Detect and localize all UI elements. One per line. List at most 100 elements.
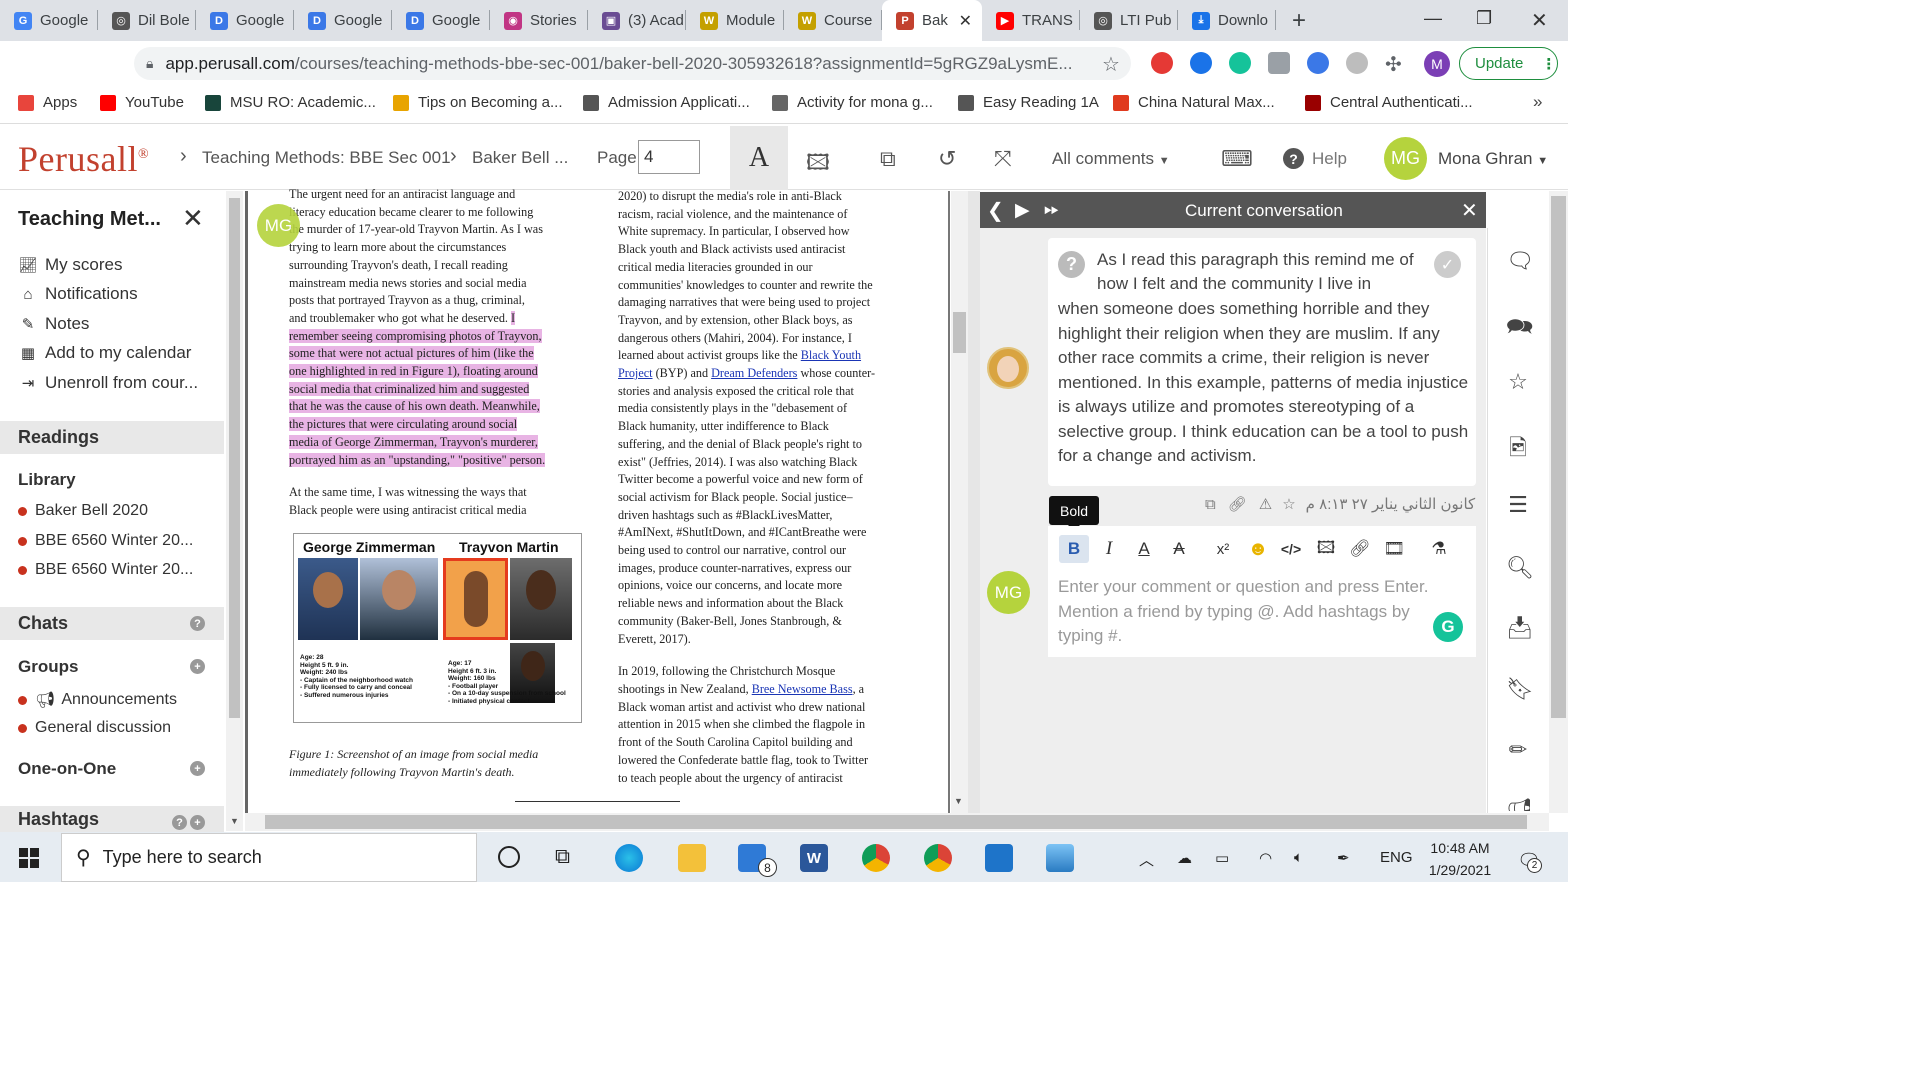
doc-highlight[interactable]: media of George Zimmerman, Trayvon's mur… [289,434,538,449]
doc-highlight[interactable]: some that were not actual pictures of hi… [289,346,534,361]
volume-icon[interactable]: 🔈︎ [1294,849,1303,866]
comment-icon[interactable]: 🗨︎ [1506,248,1534,274]
sidebar-link-notes[interactable]: ✎ Notes [18,314,90,334]
document-column-left[interactable]: The urgent need for an antiracist langua… [289,186,589,520]
add-hashtag-icon[interactable]: + [190,815,205,830]
search-icon[interactable]: 🔍︎ [1506,555,1534,581]
file-explorer-icon[interactable] [678,844,706,872]
adblock-extension-icon[interactable] [1151,52,1173,74]
emoji-icon[interactable]: ☻ [1243,535,1273,563]
media-player-icon[interactable] [985,844,1013,872]
grammarly-icon[interactable]: G [1433,612,1463,642]
update-button[interactable]: Update ⋮ [1459,47,1558,80]
photos-icon[interactable] [1046,844,1074,872]
sidebar-scroll-thumb[interactable] [229,198,240,718]
doc-link-byp[interactable]: Black Youth [801,348,861,362]
sidebar-section-readings[interactable]: Readings [0,421,224,454]
link-icon[interactable]: 🔗︎ [1228,495,1247,513]
group-item-general[interactable]: General discussion [18,719,171,737]
conversations-icon[interactable]: 🗪︎ [1506,310,1533,348]
onedrive-icon[interactable]: ☁ [1177,849,1192,867]
doc-highlight[interactable]: that he was the cause of his own death. … [289,399,540,414]
play-icon[interactable]: ▶ [1015,199,1030,222]
image-icon[interactable]: 🖾︎ [1311,535,1341,563]
sidebar-course-title[interactable]: Teaching Met... [18,208,161,231]
page-number-input[interactable]: 4 [638,140,700,174]
pen-icon[interactable]: ✒ [1337,849,1350,867]
add-chat-icon[interactable]: + [190,761,205,776]
extension-at-icon[interactable] [1307,52,1329,74]
help-icon[interactable]: ? [190,616,205,631]
equation-icon[interactable]: ⚗ [1424,535,1454,563]
sidebar-link-unenroll[interactable]: ⇥ Unenroll from cour... [18,373,198,393]
document-scroll-thumb[interactable] [953,312,966,353]
bookmark-item[interactable]: Easy Reading 1A [958,94,1099,111]
sidebar-link-notifications[interactable]: ⌂ Notifications [18,284,137,304]
question-icon[interactable]: ? [1058,251,1085,278]
link-insert-icon[interactable]: 🔗︎ [1345,535,1375,563]
image-doc-icon[interactable]: 🖻︎ [1506,431,1530,469]
browser-tab[interactable]: G Google [0,0,98,41]
battery-icon[interactable]: ▭ [1215,849,1229,867]
close-conversation-icon[interactable]: ✕ [1461,198,1478,223]
browser-tab[interactable]: ◎ Dil Bole [98,0,196,41]
tray-chevron-icon[interactable]: ︿ [1139,849,1154,870]
document-column-right[interactable]: 2020) to disrupt the media's role in ant… [618,188,918,787]
doc-link-dream-defenders[interactable]: Dream Defenders [711,366,797,380]
doc-highlight[interactable]: portrayed him as an "upstanding," "posit… [289,452,546,467]
word-icon[interactable]: W [800,844,828,872]
prev-comment-icon[interactable]: ❮ [987,198,1004,223]
check-icon[interactable]: ✓ [1434,251,1461,278]
user-menu[interactable]: Mona Ghran ▼ [1438,149,1548,169]
extension-gray-icon[interactable] [1268,52,1290,74]
wifi-icon[interactable]: ◠ [1259,849,1272,867]
taskbar-clock[interactable]: 10:48 AM 1/29/2021 [1420,837,1500,881]
superscript-icon[interactable]: x² [1208,535,1238,563]
browser-tab[interactable]: ◎ LTI Pub [1080,0,1178,41]
profile-avatar[interactable]: M [1424,51,1450,77]
bookmark-item[interactable]: China Natural Max... [1113,94,1275,111]
copy-link-icon[interactable]: ⧉ [1205,496,1216,513]
doc-link-byp[interactable]: Project [618,366,653,380]
more-bookmarks-icon[interactable]: » [1533,92,1542,112]
star-icon[interactable]: ☆ [1282,495,1295,513]
comment-input-placeholder[interactable]: Enter your comment or question and press… [1058,575,1438,649]
bookmark-star-icon[interactable]: ☆ [1102,52,1120,77]
doc-highlight[interactable]: I [511,310,516,325]
flag-warning-icon[interactable]: ⚠ [1259,495,1272,513]
extension-blue-icon[interactable] [1190,52,1212,74]
text-color-icon[interactable]: A [1129,535,1159,563]
text-mode-icon[interactable]: A [730,126,788,190]
video-icon[interactable]: 🎞︎ [1379,535,1409,563]
pencil-icon[interactable]: ✏ [1506,737,1530,763]
browser-tab[interactable]: ▶ TRANS [982,0,1080,41]
browser-tab[interactable]: W Module [686,0,784,41]
bookmark-icon[interactable]: 🔖︎ [1506,676,1534,702]
bookmark-item[interactable]: YouTube [100,94,184,111]
library-item[interactable]: Baker Bell 2020 [18,502,148,520]
inbox-icon[interactable]: 📥︎ [1506,615,1534,641]
image-mode-icon[interactable]: 🖾︎ [806,146,830,184]
rotate-icon[interactable]: ↺ [938,146,956,172]
browser-tab[interactable]: W Course [784,0,882,41]
doc-highlight[interactable]: the pictures that were circulating aroun… [289,417,518,432]
extension-shield-icon[interactable] [1346,52,1368,74]
sidebar-link-calendar[interactable]: ▦ Add to my calendar [18,343,192,363]
comments-filter-dropdown[interactable]: All comments ▼ [1052,149,1170,169]
bookmark-item[interactable]: Tips on Becoming a... [393,94,563,111]
browser-tab[interactable]: ◉ Stories [490,0,588,41]
code-icon[interactable]: </> [1276,535,1306,563]
help-button[interactable]: ? Help [1283,148,1347,169]
chrome-icon[interactable] [862,844,890,872]
browser-tab[interactable]: D Google [196,0,294,41]
doc-highlight[interactable]: social media that criminalized him and s… [289,381,530,396]
library-item[interactable]: BBE 6560 Winter 20... [18,561,193,579]
fullscreen-icon[interactable]: ⤧ [994,146,1012,172]
sidebar-link-scores[interactable]: 📈︎ My scores [18,255,122,275]
star-icon[interactable]: ☆ [1506,369,1530,395]
chrome-profile-icon[interactable] [924,844,952,872]
bold-icon[interactable]: B [1059,535,1089,563]
document-scrollbar[interactable] [951,191,968,813]
perusall-logo[interactable]: Perusall® [18,138,149,180]
bookmark-item[interactable]: MSU RO: Academic... [205,94,376,111]
